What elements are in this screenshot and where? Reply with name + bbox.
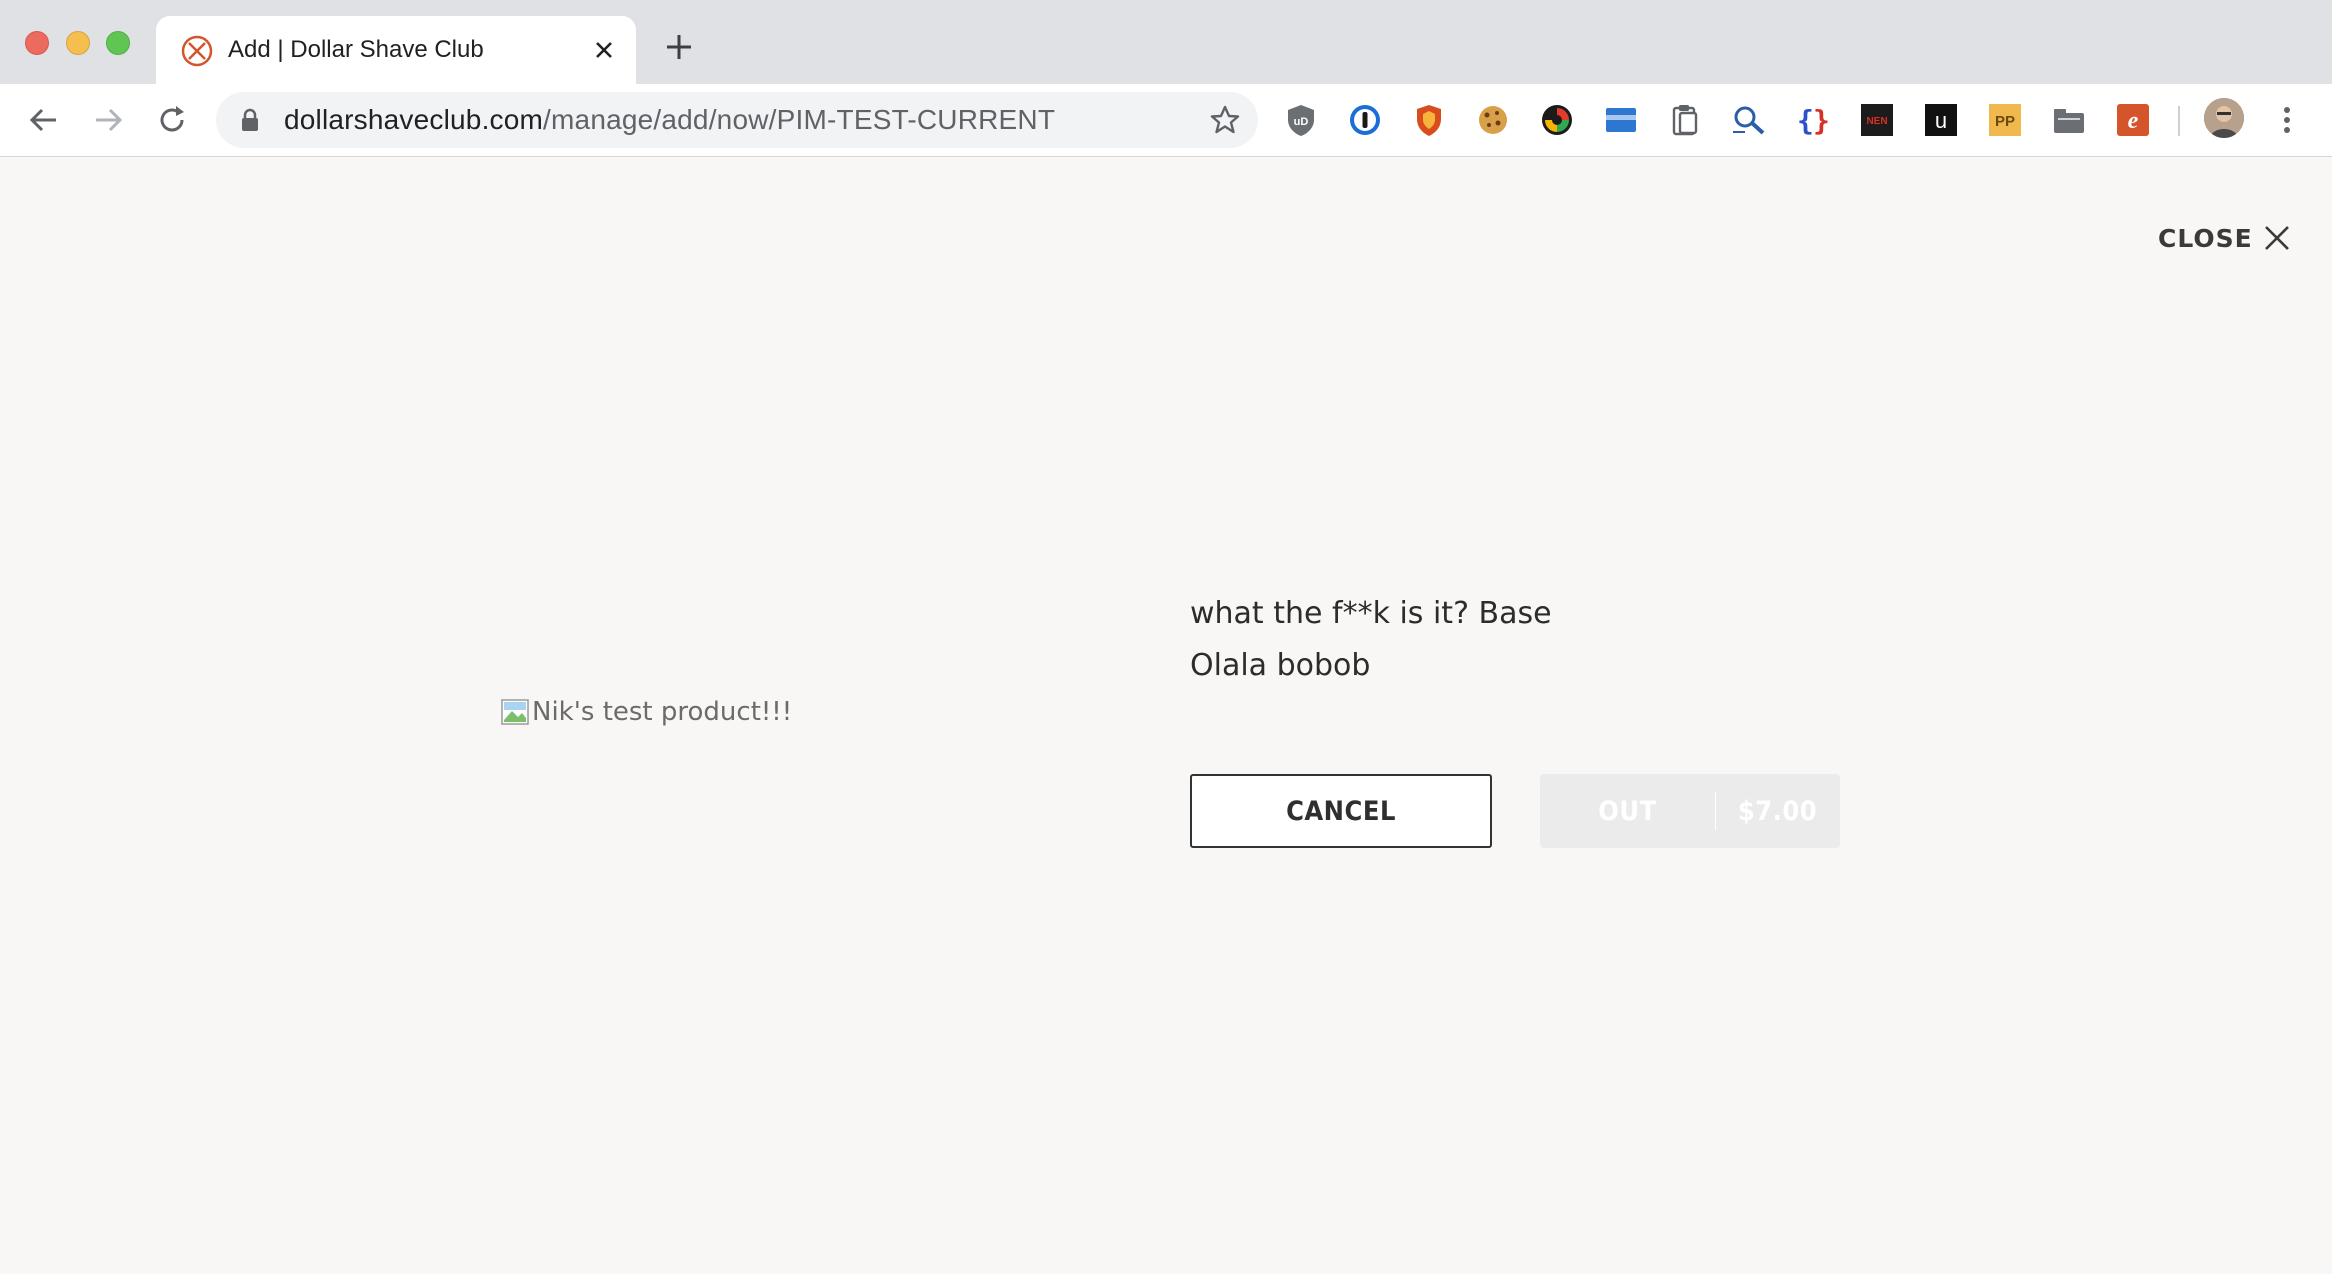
close-x-icon xyxy=(2264,226,2289,250)
tab-title: Add | Dollar Shave Club xyxy=(228,36,484,63)
folder-icon[interactable] xyxy=(2050,101,2088,139)
window-minimize-button[interactable] xyxy=(66,31,90,55)
product-name: what the f**k is it? Base Olala bobob xyxy=(1190,588,1552,692)
clipboard-icon[interactable] xyxy=(1666,101,1704,139)
browser-tab[interactable]: Add | Dollar Shave Club xyxy=(156,16,636,84)
window-close-button[interactable] xyxy=(25,31,49,55)
dollar-shave-club-favicon-icon xyxy=(181,35,213,67)
url-host: dollarshaveclub.com xyxy=(284,104,544,135)
close-label: CLOSE xyxy=(2158,223,2253,253)
page-content: CLOSE Nik's test product!!! what the f**… xyxy=(0,158,2332,1274)
json-braces-icon[interactable]: {} xyxy=(1794,101,1832,139)
forward-arrow-icon[interactable] xyxy=(90,102,126,138)
product-name-line-1: what the f**k is it? Base xyxy=(1190,596,1552,631)
reload-icon[interactable] xyxy=(154,102,190,138)
svg-text:NEN: NEN xyxy=(1866,116,1887,127)
search-magnifier-icon[interactable] xyxy=(1730,101,1768,139)
cancel-button-label: CANCEL xyxy=(1286,795,1396,827)
product-image-alt-text: Nik's test product!!! xyxy=(532,697,793,727)
out-label: OUT xyxy=(1598,795,1657,827)
url-text: dollarshaveclub.com/manage/add/now/PIM-T… xyxy=(284,104,1055,136)
e-icon[interactable]: e xyxy=(2114,101,2152,139)
tab-close-icon[interactable] xyxy=(590,36,618,64)
new-tab-plus-icon[interactable] xyxy=(664,32,694,62)
address-bar[interactable]: dollarshaveclub.com/manage/add/now/PIM-T… xyxy=(216,92,1258,148)
toolbar-separator xyxy=(2178,106,2180,136)
ublock-icon[interactable]: uD xyxy=(1282,101,1320,139)
onepassword-icon[interactable] xyxy=(1346,101,1384,139)
close-button[interactable]: CLOSE xyxy=(2158,218,2291,258)
back-arrow-icon[interactable] xyxy=(26,102,62,138)
url-path: /manage/add/now/PIM-TEST-CURRENT xyxy=(543,104,1056,135)
lock-icon xyxy=(242,108,258,131)
profile-avatar[interactable] xyxy=(2204,98,2244,138)
browser-toolbar: dollarshaveclub.com/manage/add/now/PIM-T… xyxy=(0,84,2332,157)
nen-icon[interactable]: NEN xyxy=(1858,101,1896,139)
out-of-stock-button[interactable]: OUT $7.00 xyxy=(1540,774,1840,848)
bookmark-star-icon[interactable] xyxy=(1210,105,1240,135)
browser-tab-bar: Add | Dollar Shave Club xyxy=(0,0,2332,84)
card-icon[interactable] xyxy=(1602,101,1640,139)
svg-text:u: u xyxy=(1935,108,1947,133)
broken-image-icon xyxy=(501,699,529,725)
svg-text:{: { xyxy=(1797,104,1814,137)
product-name-line-2: Olala bobob xyxy=(1190,648,1371,683)
svg-text:PP: PP xyxy=(1995,113,2015,130)
window-zoom-button[interactable] xyxy=(106,31,130,55)
cookie-icon[interactable] xyxy=(1474,101,1512,139)
product-image: Nik's test product!!! xyxy=(500,696,792,728)
shield-extension-icon[interactable] xyxy=(1410,101,1448,139)
pp-icon[interactable]: PP xyxy=(1986,101,2024,139)
svg-text:e: e xyxy=(2128,108,2139,134)
svg-text:}: } xyxy=(1813,104,1830,137)
price-label: $7.00 xyxy=(1737,795,1818,827)
cancel-button[interactable]: CANCEL xyxy=(1190,774,1492,848)
svg-text:uD: uD xyxy=(1294,116,1309,128)
u-icon[interactable]: u xyxy=(1922,101,1960,139)
more-menu-icon[interactable] xyxy=(2275,104,2299,136)
color-wheel-icon[interactable] xyxy=(1538,101,1576,139)
